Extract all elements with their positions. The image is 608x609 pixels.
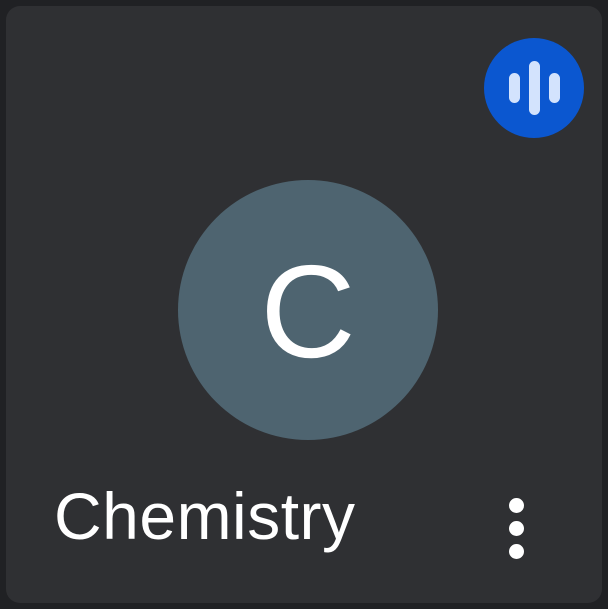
audio-bar-left — [508, 73, 520, 103]
audio-bar-center — [528, 61, 540, 115]
avatar: C — [178, 180, 438, 440]
more-options-button[interactable] — [496, 480, 536, 576]
audio-level-icon — [484, 38, 584, 138]
more-vertical-icon-dot — [508, 520, 524, 536]
participant-name: Chemistry — [54, 479, 356, 553]
more-vertical-icon — [508, 497, 524, 513]
audio-bar-right — [548, 73, 560, 103]
avatar-initial: C — [260, 238, 356, 385]
more-vertical-icon-dot — [508, 543, 524, 559]
participant-tile[interactable]: C Chemistry — [6, 6, 602, 603]
